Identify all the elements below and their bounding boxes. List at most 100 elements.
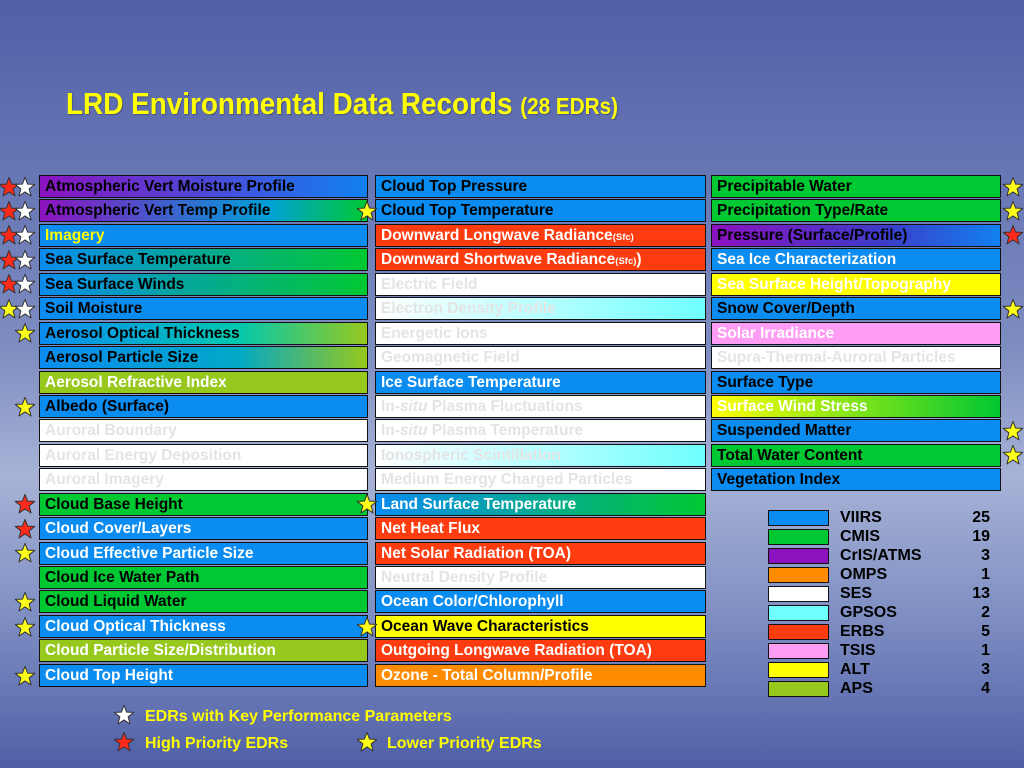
legend-sensor-name: TSIS bbox=[840, 642, 876, 659]
edr-cell: Cloud Base Height bbox=[39, 492, 368, 516]
edr-cell: Pressure (Surface/Profile) bbox=[711, 223, 1001, 247]
edr-label-rest: Plasma Fluctuations bbox=[427, 397, 583, 415]
legend-sensor-count: 13 bbox=[972, 585, 990, 602]
edr-label: Geomagnetic Field bbox=[381, 349, 520, 367]
edr-cell: Cloud Particle Size/Distribution bbox=[39, 639, 368, 663]
edr-cell: Atmospheric Vert Moisture Profile bbox=[39, 175, 368, 198]
white-star-icon bbox=[14, 176, 36, 198]
edr-label: Solar Irradiance bbox=[717, 324, 835, 342]
edr-cell: Downward Longwave Radiance(Sfc) bbox=[375, 223, 706, 247]
edr-label-suffix: (Sfc) bbox=[612, 231, 634, 243]
edr-label: Cloud Optical Thickness bbox=[45, 617, 226, 635]
edr-cell: Snow Cover/Depth bbox=[711, 297, 1001, 321]
legend-sensor-name: GPSOS bbox=[840, 604, 897, 621]
legend-sensor-name: CMIS bbox=[840, 528, 880, 545]
legend-sensor-name: APS bbox=[840, 680, 873, 697]
edr-cell: Cloud Top Height bbox=[39, 663, 368, 687]
edr-cell: Land Surface Temperature bbox=[375, 492, 706, 516]
edr-label: Net Heat Flux bbox=[381, 520, 481, 538]
white-star-icon bbox=[113, 704, 135, 726]
edr-cell: Medium Energy Charged Particles bbox=[375, 468, 706, 492]
edr-cell: Ice Surface Temperature bbox=[375, 370, 706, 394]
edr-cell: Cloud Top Pressure bbox=[375, 175, 706, 198]
edr-cell: Surface Type bbox=[711, 370, 1001, 394]
edr-label: Soil Moisture bbox=[45, 300, 143, 318]
legend-swatch bbox=[768, 681, 829, 697]
edr-cell: Cloud Top Temperature bbox=[375, 199, 706, 223]
edr-cell: Solar Irradiance bbox=[711, 321, 1001, 345]
edr-cell: Cloud Effective Particle Size bbox=[39, 541, 368, 565]
yellow-star-icon bbox=[14, 665, 36, 687]
white-star-icon bbox=[14, 298, 36, 320]
legend-sensor-count: 1 bbox=[981, 566, 990, 583]
edr-cell: Electron Density Profile bbox=[375, 297, 706, 321]
edr-label: Cloud Ice Water Path bbox=[45, 569, 200, 586]
edr-label: Vegetation Index bbox=[717, 471, 841, 489]
edr-label: Aerosol Particle Size bbox=[45, 349, 199, 367]
edr-cell: Geomagnetic Field bbox=[375, 346, 706, 370]
edr-cell: Atmospheric Vert Temp Profile bbox=[39, 199, 368, 223]
edr-label: In- bbox=[381, 397, 400, 415]
edr-label: Downward Shortwave Radiance bbox=[381, 251, 616, 269]
edr-label: Cloud Cover/Layers bbox=[45, 520, 192, 538]
edr-cell: Sea Surface Height/Topography bbox=[711, 272, 1001, 296]
legend-swatch bbox=[768, 662, 829, 678]
legend-sensor-name: VIIRS bbox=[840, 509, 882, 526]
red-star-icon bbox=[14, 493, 36, 515]
edr-cell: In-situ Plasma Fluctuations bbox=[375, 394, 706, 418]
edr-cell: Energetic Ions bbox=[375, 321, 706, 345]
edr-label: Downward Longwave Radiance bbox=[381, 226, 613, 244]
legend-swatch bbox=[768, 510, 829, 526]
edr-cell: Auroral Boundary bbox=[39, 419, 368, 443]
edr-cell: Aerosol Optical Thickness bbox=[39, 321, 368, 345]
edr-label-italic: situ bbox=[399, 422, 428, 440]
legend-swatch bbox=[768, 624, 829, 640]
legend-sensor-count: 25 bbox=[972, 509, 990, 526]
edr-label: In- bbox=[381, 422, 400, 440]
yellow-star-icon bbox=[14, 542, 36, 564]
yellow-star-icon bbox=[14, 322, 36, 344]
legend-swatch bbox=[768, 605, 829, 621]
edr-label: Cloud Top Pressure bbox=[381, 178, 528, 195]
key-kpp-label: EDRs with Key Performance Parameters bbox=[145, 708, 452, 725]
edr-cell: Cloud Ice Water Path bbox=[39, 566, 368, 589]
edr-cell: Total Water Content bbox=[711, 443, 1001, 467]
edr-cell: Auroral Energy Deposition bbox=[39, 443, 368, 467]
edr-cell: Auroral Imagery bbox=[39, 468, 368, 492]
edr-cell: Precipitable Water bbox=[711, 175, 1001, 198]
edr-label: Cloud Top Height bbox=[45, 666, 173, 684]
edr-cell: Downward Shortwave Radiance(Sfc)) bbox=[375, 248, 706, 272]
edr-cell: Aerosol Refractive Index bbox=[39, 370, 368, 394]
edr-label: Outgoing Longwave Radiation (TOA) bbox=[381, 642, 652, 660]
edr-label: Electric Field bbox=[381, 275, 478, 293]
yellow-star-icon bbox=[356, 731, 378, 753]
legend-swatch bbox=[768, 529, 829, 545]
edr-label: Medium Energy Charged Particles bbox=[381, 471, 633, 489]
white-star-icon bbox=[14, 249, 36, 271]
edr-cell: Aerosol Particle Size bbox=[39, 346, 368, 370]
legend-sensor-name: ERBS bbox=[840, 623, 885, 640]
yellow-star-icon bbox=[1002, 420, 1024, 442]
edr-cell: Cloud Optical Thickness bbox=[39, 614, 368, 638]
yellow-star-icon bbox=[1002, 298, 1024, 320]
edr-label: Atmospheric Vert Moisture Profile bbox=[45, 178, 295, 195]
page-title: LRD Environmental Data Records (28 EDRs) bbox=[66, 86, 618, 122]
edr-cell: Electric Field bbox=[375, 272, 706, 296]
edr-cell: Sea Surface Winds bbox=[39, 272, 368, 296]
edr-column-2: Cloud Top Pressure Cloud Top Temperature D… bbox=[375, 175, 706, 688]
edr-label: Total Water Content bbox=[717, 446, 863, 464]
legend-sensor-name: SES bbox=[840, 585, 873, 602]
edr-cell: Precipitation Type/Rate bbox=[711, 199, 1001, 223]
edr-label: Pressure (Surface/Profile) bbox=[717, 226, 908, 244]
edr-cell: Sea Surface Temperature bbox=[39, 248, 368, 272]
white-star-icon bbox=[14, 273, 36, 295]
edr-cell: Surface Wind Stress bbox=[711, 394, 1001, 418]
edr-label: Cloud Effective Particle Size bbox=[45, 544, 254, 562]
legend-swatch bbox=[768, 548, 829, 564]
edr-label: Sea Surface Winds bbox=[45, 275, 185, 293]
yellow-star-icon bbox=[1002, 444, 1024, 466]
edr-cell: Suspended Matter bbox=[711, 419, 1001, 443]
edr-label: Ice Surface Temperature bbox=[381, 373, 561, 391]
legend-sensor-name: OMPS bbox=[840, 566, 888, 583]
edr-label: Cloud Liquid Water bbox=[45, 593, 187, 611]
